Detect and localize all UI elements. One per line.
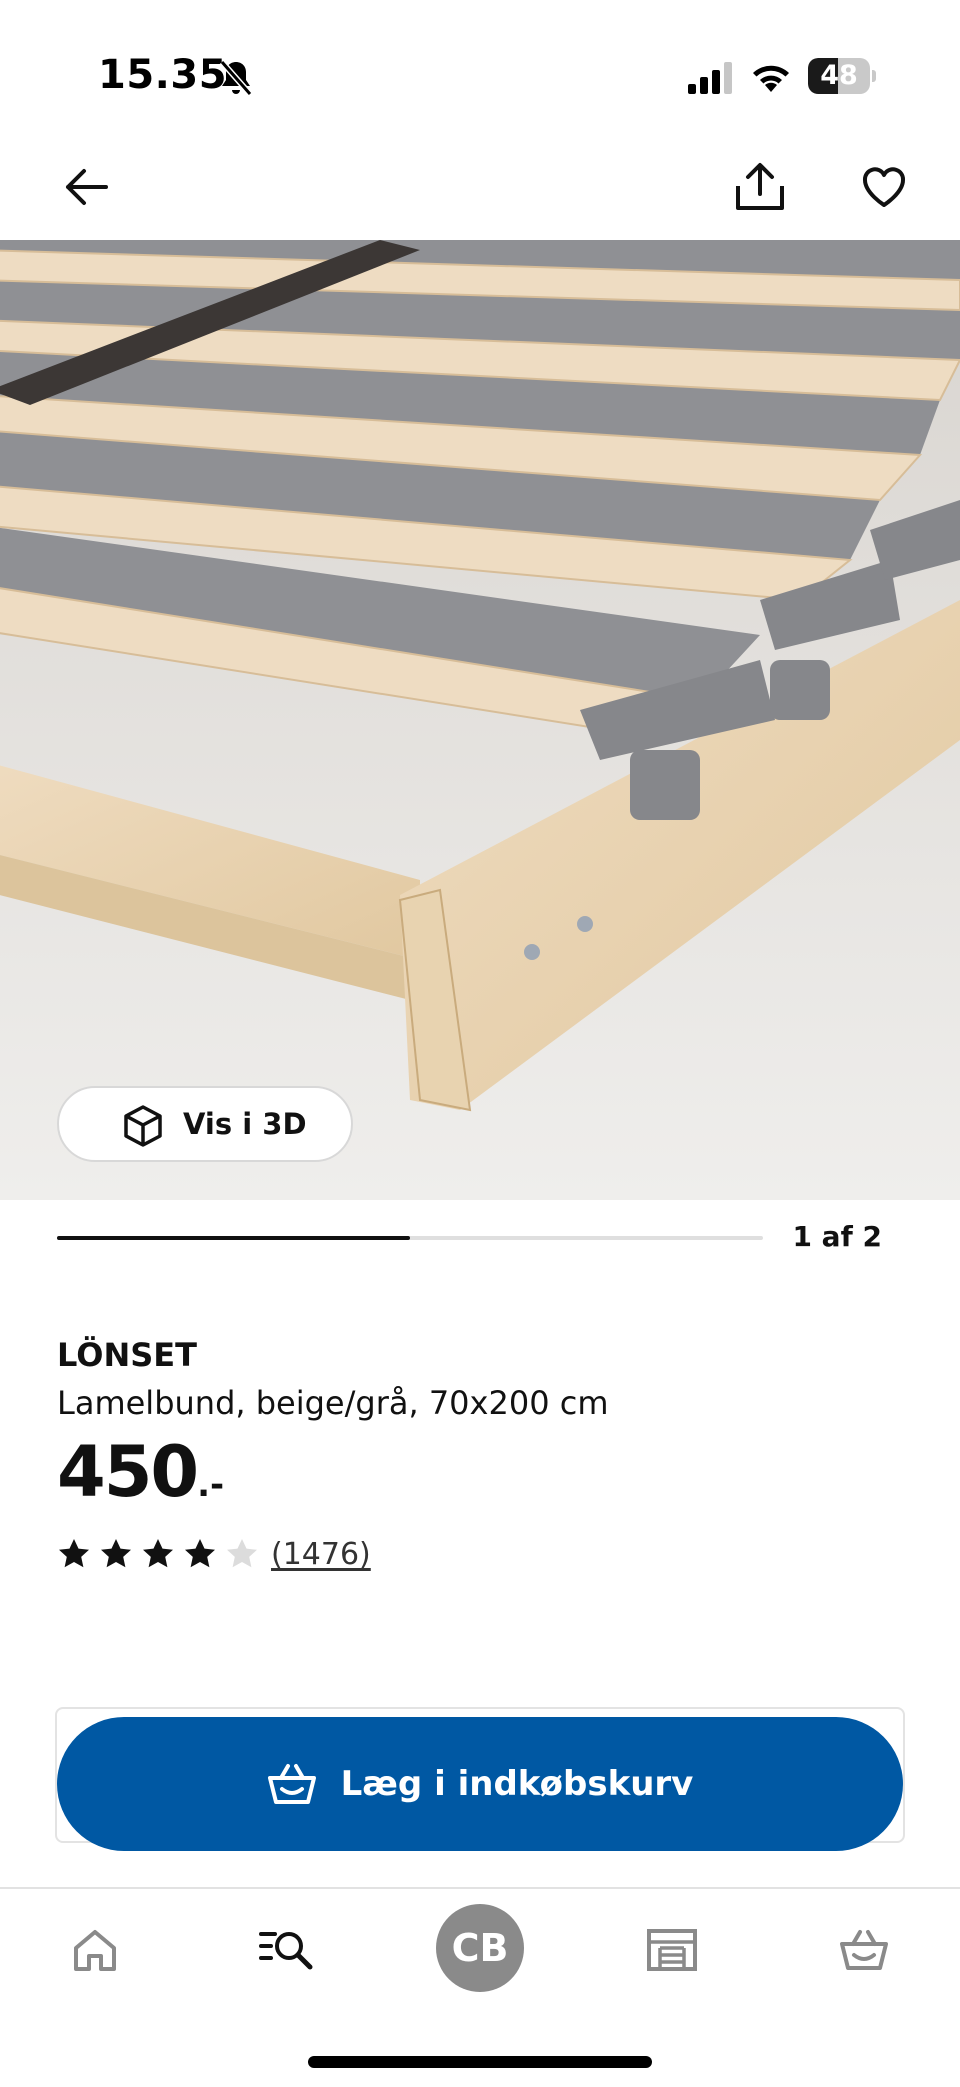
cube-3d-icon <box>124 1105 162 1147</box>
battery-level: 48 <box>820 60 858 91</box>
nav-store[interactable] <box>632 1910 712 1990</box>
nav-search[interactable] <box>247 1910 327 1990</box>
product-description: Lamelbund, beige/grå, 70x200 cm <box>57 1384 609 1422</box>
price-amount: 450 <box>57 1431 199 1513</box>
app-bar <box>0 150 960 240</box>
carousel-progress-fill <box>57 1236 410 1240</box>
back-button[interactable] <box>54 155 118 219</box>
battery-icon: 48 <box>808 58 876 94</box>
view-3d-button[interactable]: Vis i 3D <box>57 1086 353 1162</box>
add-to-cart-label: Læg i indkøbskurv <box>340 1764 694 1804</box>
heart-icon <box>863 167 905 207</box>
slatted-bed-base-photo <box>0 240 960 1200</box>
review-count-link[interactable]: (1476) <box>271 1537 371 1572</box>
add-to-cart-button[interactable]: Læg i indkøbskurv <box>57 1717 903 1851</box>
carousel-counter: 1 af 2 <box>792 1220 882 1253</box>
cellular-signal-icon <box>688 62 732 94</box>
rating-stars <box>57 1537 259 1571</box>
basket-icon <box>840 1930 888 1970</box>
carousel-progress <box>57 1236 763 1240</box>
price-suffix: .- <box>197 1465 225 1505</box>
rating[interactable]: (1476) <box>57 1534 371 1574</box>
store-icon <box>647 1929 697 1971</box>
basket-icon <box>267 1764 316 1804</box>
star-filled-icon <box>185 1539 215 1568</box>
share-button[interactable] <box>728 155 792 219</box>
nav-home[interactable] <box>55 1910 135 1990</box>
avatar[interactable]: CB <box>436 1904 524 1992</box>
nav-cart[interactable] <box>824 1910 904 1990</box>
bell-muted-icon <box>219 60 253 96</box>
search-list-icon <box>259 1932 313 1970</box>
share-icon <box>736 163 784 210</box>
product-image[interactable]: Vis i 3D <box>0 240 960 1200</box>
avatar-initials: CB <box>451 1926 509 1970</box>
favorite-button[interactable] <box>852 155 916 219</box>
star-filled-icon <box>101 1539 131 1568</box>
home-icon <box>74 1930 116 1971</box>
status-bar: 15.35 48 <box>0 0 960 150</box>
home-indicator <box>308 2056 652 2068</box>
star-empty-icon <box>227 1539 257 1568</box>
price: 450.- <box>57 1432 224 1512</box>
product-name: LÖNSET <box>57 1336 197 1374</box>
star-filled-icon <box>143 1539 173 1568</box>
status-time: 15.35 <box>98 52 228 98</box>
wifi-icon <box>753 65 789 92</box>
arrow-left-icon <box>66 169 108 205</box>
view-3d-label: Vis i 3D <box>183 1107 307 1141</box>
star-filled-icon <box>59 1539 89 1568</box>
